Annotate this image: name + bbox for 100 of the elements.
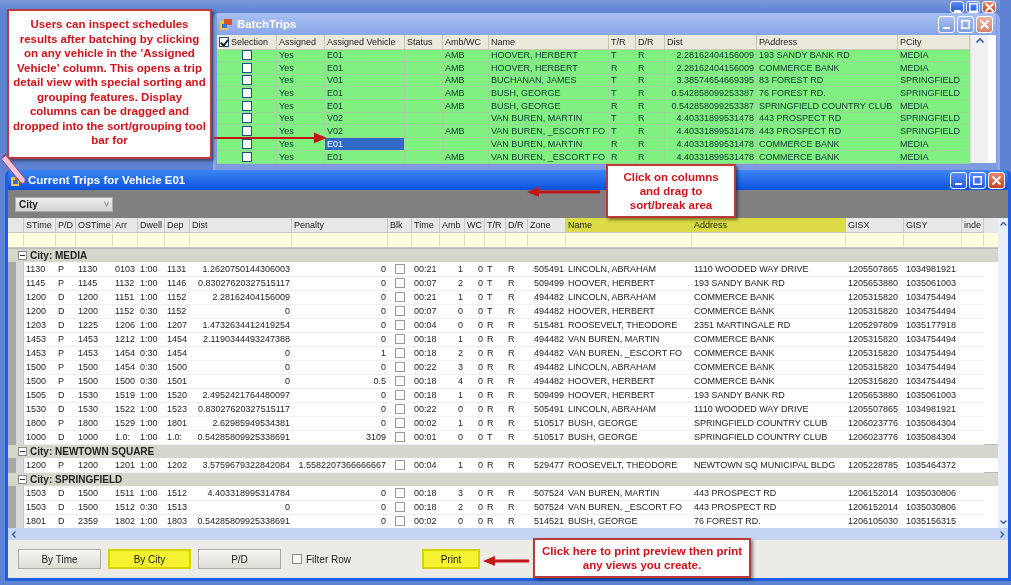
scroll-up-icon[interactable] (999, 222, 1007, 226)
table-cell: SPRINGFIELD COUNTRY CLUB (692, 416, 846, 431)
minimize-button[interactable] (950, 1, 964, 13)
table-cell: BUSH, GEORGE (566, 416, 692, 431)
table-cell: LINCOLN, ABRAHAM (566, 360, 692, 375)
table-cell: 0 (465, 374, 485, 389)
checkbox-label[interactable]: Filter Row (306, 553, 351, 565)
maximize-button[interactable] (966, 1, 980, 13)
blk-checkbox[interactable] (395, 320, 405, 330)
blk-checkbox[interactable] (395, 432, 405, 442)
blk-checkbox[interactable] (395, 292, 405, 302)
maximize-button[interactable] (969, 171, 986, 189)
table-cell[interactable]: E01 (325, 61, 405, 75)
blk-checkbox[interactable] (395, 418, 405, 428)
close-button[interactable] (976, 15, 993, 33)
table-row[interactable]: Yes V02 AMB VAN BUREN, _ESCORT FO T R 4.40331899531478 443 PROSPECT RD SPRINGFIELD (217, 125, 970, 138)
table-cell: 494482 (528, 346, 566, 361)
table-cell: T (485, 290, 506, 305)
scroll-down-icon[interactable] (999, 520, 1007, 524)
blk-checkbox[interactable] (395, 460, 405, 470)
table-cell: 1:00 (138, 332, 165, 347)
vertical-scrollbar[interactable] (998, 218, 1008, 528)
group-row[interactable]: City: MEDIA (8, 248, 998, 262)
table-cell: 1800 (24, 416, 56, 431)
table-cell: VAN BUREN, MARTIN (489, 137, 609, 151)
filter-row-checkbox[interactable] (292, 554, 302, 564)
close-button[interactable] (988, 171, 1005, 189)
table-cell: 0 (465, 500, 485, 515)
row-checkbox[interactable] (241, 113, 252, 124)
vertical-scrollbar[interactable] (970, 35, 988, 164)
table-cell: 509499 (528, 388, 566, 403)
horizontal-scrollbar[interactable] (8, 528, 1008, 540)
table-cell: R (609, 99, 636, 113)
sort-button[interactable]: By City (108, 549, 191, 569)
minimize-button[interactable] (938, 15, 955, 33)
row-checkbox[interactable] (241, 50, 252, 60)
column-header[interactable]: Address (692, 218, 846, 233)
scroll-up-icon[interactable] (975, 38, 984, 43)
blk-checkbox[interactable] (395, 362, 405, 372)
table-cell: 0 (292, 304, 388, 319)
blk-checkbox[interactable] (395, 376, 405, 386)
row-checkbox[interactable] (241, 151, 252, 162)
blk-checkbox[interactable] (395, 348, 405, 358)
column-header[interactable]: Name (566, 218, 692, 233)
sort-button[interactable]: P/D (198, 549, 281, 569)
blk-checkbox[interactable] (395, 390, 405, 400)
table-cell: 1511 (113, 486, 138, 501)
blk-checkbox[interactable] (395, 306, 405, 316)
table-cell[interactable]: E01 (325, 150, 405, 164)
collapse-icon[interactable] (18, 251, 27, 260)
blk-checkbox[interactable] (395, 334, 405, 344)
table-cell: 1:00 (138, 486, 165, 501)
table-cell[interactable]: E01 (325, 99, 405, 113)
table-cell: 1500 (76, 486, 113, 501)
blk-checkbox[interactable] (395, 404, 405, 414)
table-cell: 00:22 (412, 360, 440, 375)
table-cell: P (56, 416, 76, 431)
close-icon (984, 2, 994, 12)
table-cell: 1035030806 (904, 500, 962, 515)
select-all-checkbox[interactable] (219, 37, 229, 47)
table-row[interactable]: Yes E01 AMB BUSH, GEORGE T R 0.542858099253387 76 FOREST RD. SPRINGFIELD (217, 87, 970, 100)
table-cell: 0.83027620327515117 (190, 276, 292, 291)
close-button[interactable] (982, 1, 996, 13)
sort-button[interactable]: By Time (18, 549, 101, 569)
row-checkbox[interactable] (241, 75, 252, 86)
blk-checkbox[interactable] (395, 488, 405, 498)
collapse-icon[interactable] (18, 447, 27, 456)
close-icon (980, 19, 989, 29)
blk-checkbox[interactable] (395, 278, 405, 288)
table-cell: 1034754494 (904, 332, 962, 347)
scroll-right-icon[interactable] (1000, 530, 1004, 538)
column-header[interactable]: Selection (231, 35, 269, 49)
blk-checkbox[interactable] (395, 502, 405, 512)
table-cell: 1:00 (138, 318, 165, 333)
row-checkbox[interactable] (241, 88, 252, 99)
table-cell: P (56, 374, 76, 389)
maximize-button[interactable] (957, 15, 974, 33)
group-by-chip[interactable]: City (15, 196, 113, 212)
table-cell: 1035030806 (904, 486, 962, 501)
table-cell: 1146 (165, 276, 190, 291)
table-cell: 1130 (24, 262, 56, 277)
table-cell: 1:00 (138, 416, 165, 431)
table-cell: 2.28162404156009 (190, 290, 292, 305)
row-checkbox[interactable] (241, 138, 252, 149)
table-cell: 1503 (24, 500, 56, 515)
table-cell: R (485, 318, 506, 333)
row-checkbox[interactable] (241, 126, 252, 137)
row-checkbox[interactable] (241, 62, 252, 73)
group-label: City: SPRINGFIELD (30, 474, 123, 485)
row-checkbox[interactable] (241, 100, 252, 111)
close-icon (992, 175, 1001, 185)
print-button[interactable]: Print (422, 549, 480, 569)
minimize-button[interactable] (950, 171, 967, 189)
scroll-left-icon[interactable] (12, 530, 16, 538)
blk-checkbox[interactable] (395, 516, 405, 526)
table-cell: R (506, 304, 528, 319)
table-cell: 2 (440, 276, 465, 291)
collapse-icon[interactable] (18, 475, 27, 484)
blk-checkbox[interactable] (395, 264, 405, 274)
table-cell: 1512 (165, 486, 190, 501)
